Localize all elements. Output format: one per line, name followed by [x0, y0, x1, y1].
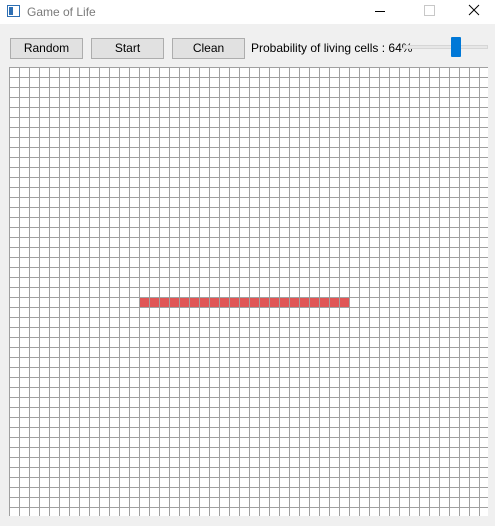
live-cell[interactable]: [209, 297, 219, 307]
slider-handle[interactable]: [451, 37, 461, 57]
live-cell[interactable]: [289, 297, 299, 307]
live-cell[interactable]: [229, 297, 239, 307]
live-cell[interactable]: [239, 297, 249, 307]
live-cell[interactable]: [169, 297, 179, 307]
live-cells: [139, 297, 349, 307]
probability-label: Probability of living cells : 64%: [251, 41, 413, 55]
live-cell[interactable]: [159, 297, 169, 307]
probability-slider[interactable]: [403, 35, 488, 59]
title-bar[interactable]: Game of Life: [0, 0, 495, 24]
live-cell[interactable]: [309, 297, 319, 307]
live-cell[interactable]: [329, 297, 339, 307]
live-cell[interactable]: [279, 297, 289, 307]
live-cell[interactable]: [269, 297, 279, 307]
app-icon: [7, 5, 20, 17]
live-cell[interactable]: [189, 297, 199, 307]
maximize-button[interactable]: [403, 0, 449, 24]
maximize-icon: [424, 5, 435, 16]
live-cell[interactable]: [259, 297, 269, 307]
live-cell[interactable]: [149, 297, 159, 307]
minimize-button[interactable]: [357, 0, 403, 24]
live-cell[interactable]: [319, 297, 329, 307]
live-cell[interactable]: [179, 297, 189, 307]
minimize-icon: [375, 11, 385, 12]
live-cell[interactable]: [219, 297, 229, 307]
live-cell[interactable]: [249, 297, 259, 307]
live-cell[interactable]: [299, 297, 309, 307]
cell-grid[interactable]: [9, 67, 488, 516]
close-button[interactable]: [449, 0, 495, 24]
slider-groove: [403, 45, 488, 49]
game-of-life-window: Game of Life Random Start Clean Probabil…: [0, 0, 495, 526]
clean-button[interactable]: Clean: [172, 38, 245, 59]
live-cell[interactable]: [139, 297, 149, 307]
window-title: Game of Life: [27, 5, 96, 19]
grid-canvas[interactable]: [9, 67, 488, 516]
random-button[interactable]: Random: [10, 38, 83, 59]
live-cell[interactable]: [339, 297, 349, 307]
start-button[interactable]: Start: [91, 38, 164, 59]
close-icon: [468, 4, 480, 16]
grid-background: [9, 67, 488, 516]
live-cell[interactable]: [199, 297, 209, 307]
